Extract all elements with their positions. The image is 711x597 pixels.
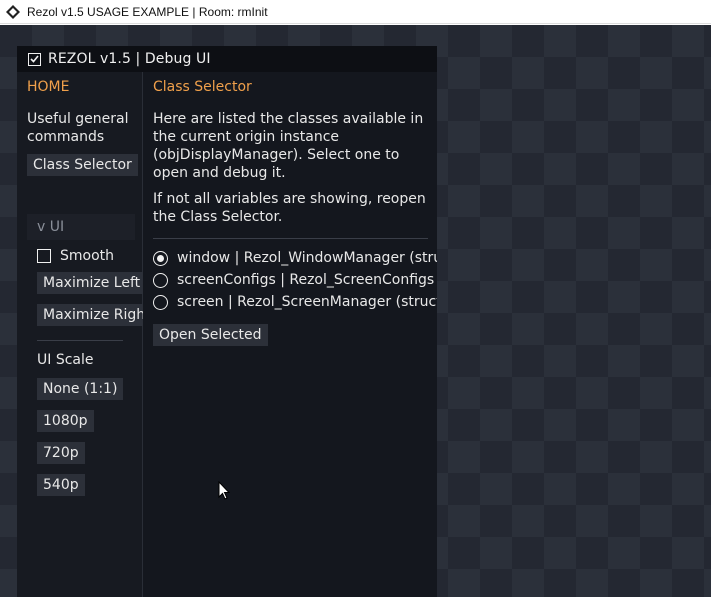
class-option-screen[interactable]: screen | Rezol_ScreenManager (struct: [153, 294, 437, 310]
app-logo-icon: [6, 4, 20, 19]
home-description: Useful general commands: [27, 111, 129, 145]
left-divider: [37, 340, 123, 341]
scale-540p-button[interactable]: 540p: [37, 474, 85, 496]
class-selector-title: Class Selector: [153, 79, 252, 95]
smooth-toggle[interactable]: Smooth: [37, 248, 114, 264]
debug-ui-title: REZOL v1.5 | Debug UI: [48, 51, 211, 67]
class-option-label: screen | Rezol_ScreenManager (struct: [177, 294, 437, 310]
smooth-checkbox[interactable]: [37, 249, 51, 263]
right-divider: [153, 238, 428, 239]
ui-section-header[interactable]: v UI: [27, 214, 135, 240]
checkmark-icon: [30, 55, 39, 63]
maximize-left-button[interactable]: Maximize Left: [37, 272, 143, 294]
class-option-label: window | Rezol_WindowManager (stru: [177, 250, 437, 266]
radio-button[interactable]: [153, 294, 168, 310]
debug-ui-header[interactable]: REZOL v1.5 | Debug UI: [17, 46, 437, 72]
home-column: HOME Useful general commands Class Selec…: [17, 72, 143, 597]
scale-none-button[interactable]: None (1:1): [37, 378, 124, 400]
class-selector-description: Here are listed the classes available in…: [153, 111, 424, 181]
maximize-right-button[interactable]: Maximize Righ: [37, 304, 143, 326]
debug-ui-toggle-checkbox[interactable]: [28, 52, 41, 66]
scale-1080p-button[interactable]: 1080p: [37, 410, 94, 432]
home-title: HOME: [27, 79, 70, 95]
ui-scale-label: UI Scale: [37, 352, 94, 368]
mouse-cursor-icon: [218, 480, 231, 504]
window-title: Rezol v1.5 USAGE EXAMPLE | Room: rmInit: [27, 4, 268, 19]
radio-selected-dot: [157, 254, 164, 262]
class-option-label: screenConfigs | Rezol_ScreenConfigs (: [177, 272, 437, 288]
class-selector-button[interactable]: Class Selector: [27, 154, 138, 176]
debug-ui-panel: REZOL v1.5 | Debug UI HOME Useful genera…: [17, 46, 437, 597]
radio-button[interactable]: [153, 272, 168, 288]
window-titlebar: Rezol v1.5 USAGE EXAMPLE | Room: rmInit: [0, 0, 711, 24]
class-option-window[interactable]: window | Rezol_WindowManager (stru: [153, 250, 437, 266]
smooth-label: Smooth: [60, 248, 115, 264]
class-selector-hint: If not all variables are showing, reopen…: [153, 191, 426, 225]
class-option-screen-configs[interactable]: screenConfigs | Rezol_ScreenConfigs (: [153, 272, 437, 288]
scale-720p-button[interactable]: 720p: [37, 442, 85, 464]
radio-button[interactable]: [153, 250, 168, 266]
open-selected-button[interactable]: Open Selected: [153, 324, 268, 346]
